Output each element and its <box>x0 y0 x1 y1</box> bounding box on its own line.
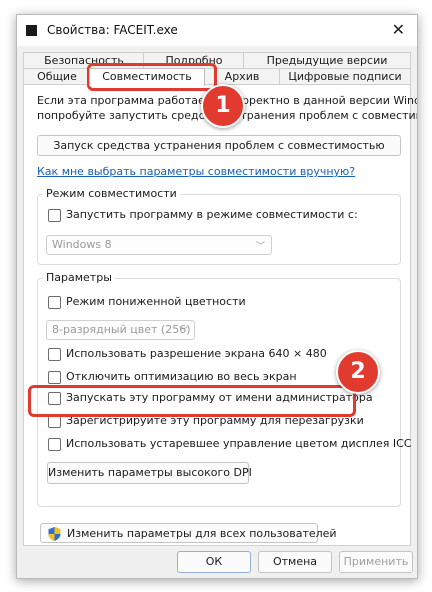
chevron-down-icon: ﹀ <box>178 327 188 337</box>
compat-mode-label: Режим совместимости <box>43 187 180 200</box>
window-title: Свойства: FACEIT.exe <box>47 23 178 37</box>
legacy-icc-label: Использовать устаревшее управление цвето… <box>66 437 412 450</box>
os-version-value: Windows 8 <box>52 238 112 251</box>
tab-previous-versions[interactable]: Предыдущие версии <box>243 52 411 69</box>
tab-compatibility[interactable]: Совместимость <box>89 68 205 86</box>
disable-fullscreen-checkbox[interactable] <box>48 371 61 384</box>
close-icon[interactable]: ✕ <box>392 20 405 39</box>
all-users-button[interactable]: Изменить параметры для всех пользователе… <box>40 523 337 543</box>
resolution-640-label: Использовать разрешение экрана 640 × 480 <box>66 347 327 360</box>
legacy-icc-checkbox[interactable] <box>48 438 61 451</box>
os-version-select: Windows 8 ﹀ <box>46 235 272 255</box>
tab-digital-signatures[interactable]: Цифровые подписи <box>279 68 411 85</box>
color-depth-value: 8-разрядный цвет (256) <box>52 323 191 336</box>
reduced-color-label: Режим пониженной цветности <box>66 295 246 308</box>
compat-mode-checkbox[interactable] <box>48 209 61 222</box>
app-icon <box>26 25 37 36</box>
callout-1-badge: 1 <box>201 84 245 128</box>
compat-mode-group: Режим совместимости Запустить программу … <box>37 187 401 265</box>
compatibility-panel: Если эта программа работает некорректно … <box>23 84 417 546</box>
tab-general[interactable]: Общие <box>23 68 91 85</box>
title-bar: Свойства: FACEIT.exe ✕ <box>17 15 417 46</box>
all-users-button-label: Изменить параметры для всех пользователе… <box>67 527 337 540</box>
chevron-down-icon: ﹀ <box>255 242 265 252</box>
manual-settings-link[interactable]: Как мне выбрать параметры совместимости … <box>37 165 355 178</box>
callout-2-badge: 2 <box>336 350 380 394</box>
cancel-button[interactable]: Отмена <box>258 551 332 573</box>
disable-fullscreen-label: Отключить оптимизацию во весь экран <box>66 370 297 383</box>
shield-icon <box>48 527 61 541</box>
resolution-640-checkbox[interactable] <box>48 348 61 361</box>
ok-button[interactable]: ОК <box>177 551 251 573</box>
color-depth-select: 8-разрядный цвет (256) ﹀ <box>46 320 195 340</box>
run-as-admin-highlight <box>28 385 356 417</box>
troubleshoot-button[interactable]: Запуск средства устранения проблем с сов… <box>37 135 401 156</box>
high-dpi-button[interactable]: Изменить параметры высокого DPI <box>47 462 252 484</box>
apply-button[interactable]: Применить <box>339 551 413 573</box>
compat-mode-checkbox-label: Запустить программу в режиме совместимос… <box>66 208 358 221</box>
settings-label: Параметры <box>43 271 115 284</box>
reduced-color-checkbox[interactable] <box>48 296 61 309</box>
